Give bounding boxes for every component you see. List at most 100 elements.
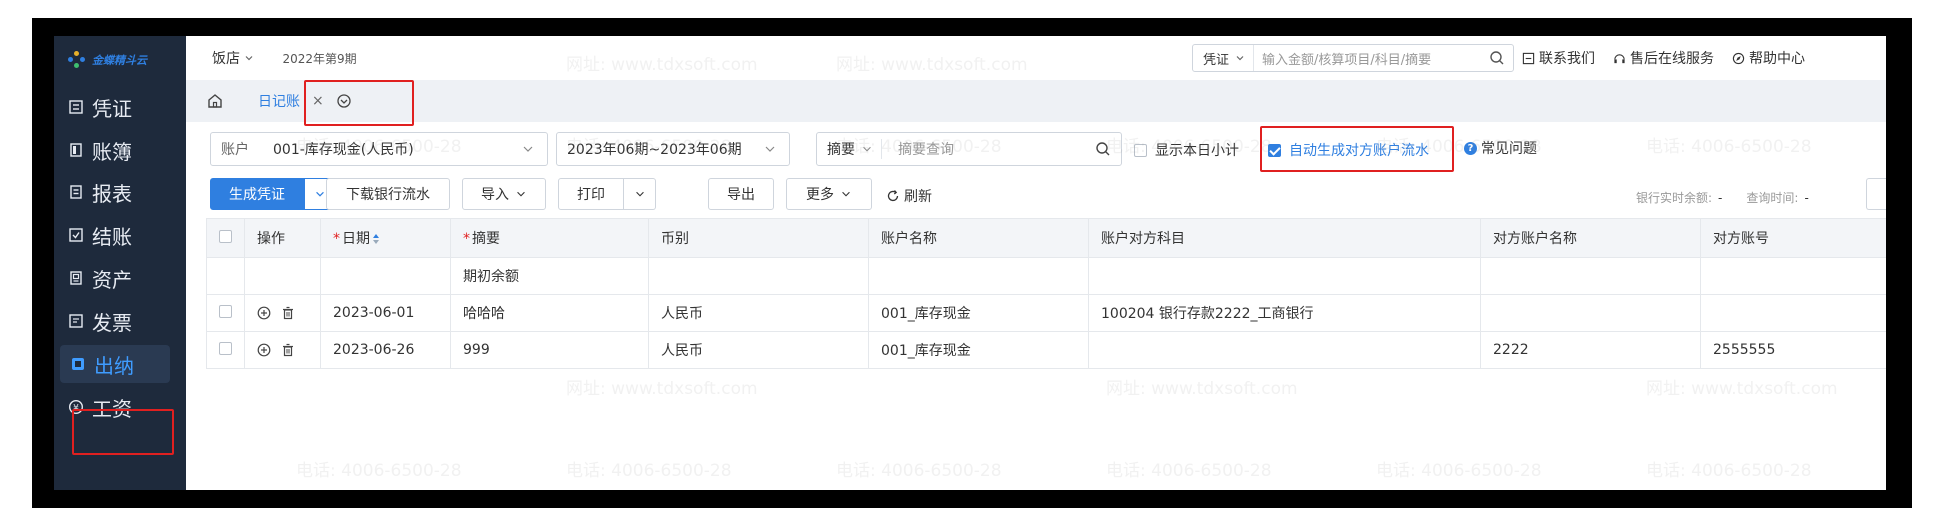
table-row[interactable]: 2023-06-01 哈哈哈 人民币 001_库存现金 100204 银行存款2… [206, 294, 1886, 332]
search-icon[interactable] [1489, 50, 1505, 66]
report-icon [68, 184, 84, 200]
home-icon[interactable] [206, 92, 224, 110]
auto-generate-toggle[interactable]: 自动生成对方账户流水 [1268, 140, 1429, 160]
watermark-site: 网址: www.tdxsoft.com [1646, 379, 1838, 399]
row-checkbox[interactable] [219, 341, 232, 355]
sidebar-item-label: 报表 [92, 181, 132, 206]
svg-text:¥: ¥ [73, 404, 79, 414]
shop-selector[interactable]: 饭店 [212, 48, 254, 68]
download-bank-statement-button[interactable]: 下载银行流水 [326, 178, 450, 210]
chevron-down-icon [517, 191, 525, 197]
summary-search-input[interactable]: 摘要查询 [898, 139, 1095, 159]
tab-bar: 日记账 × [186, 80, 1886, 126]
chevron-down-icon [1236, 56, 1244, 61]
period-range-select[interactable]: 2023年06期~2023年06期 [556, 132, 790, 166]
chevron-down-icon [523, 146, 533, 152]
row-summary: 哈哈哈 [450, 294, 649, 332]
col-ops: 操作 [244, 218, 321, 258]
row-counter-name: 2222 [1480, 331, 1701, 369]
print-button[interactable]: 打印 [558, 178, 624, 210]
row-summary: 999 [450, 331, 649, 369]
headset-icon [1614, 53, 1625, 63]
filter-bar: 账户 001-库存现金(人民币) 2023年06期~2023年06期 摘要 摘要… [186, 122, 1886, 174]
col-counter-subject: 账户对方科目 [1088, 218, 1481, 258]
sidebar-item-salary[interactable]: ¥ 工资 [54, 388, 186, 426]
row-counter-name [1480, 294, 1701, 332]
search-type-select[interactable]: 凭证 [1193, 45, 1255, 71]
add-row-icon[interactable] [257, 343, 271, 357]
sidebar-item-label: 结账 [92, 224, 132, 249]
export-button[interactable]: 导出 [708, 178, 774, 210]
sidebar-item-cashier[interactable]: 出纳 [60, 345, 170, 383]
delete-icon[interactable] [281, 306, 295, 320]
row-counter-no [1700, 294, 1886, 332]
daily-subtotal-checkbox[interactable] [1134, 143, 1147, 157]
sidebar-item-report[interactable]: 报表 [54, 173, 186, 211]
tab-journal[interactable]: 日记账 × [258, 90, 324, 112]
account-label: 账户 [221, 142, 249, 158]
watermark-phone: 电话: 4006-6500-28 [1106, 461, 1272, 481]
account-value: 001-库存现金(人民币) [273, 142, 414, 158]
row-counter-no: 2555555 [1700, 331, 1886, 369]
sidebar-item-closing[interactable]: 结账 [54, 216, 186, 254]
app-window: 金蝶精斗云 凭证 账簿 报表 结账 资产 发票 出纳 ¥ 工资 饭店 2022年… [54, 36, 1886, 490]
close-icon[interactable]: × [312, 93, 324, 109]
tab-label: 日记账 [258, 94, 300, 110]
watermark-site: 网址: www.tdxsoft.com [566, 379, 758, 399]
logo-icon [68, 51, 86, 69]
delete-icon[interactable] [281, 343, 295, 357]
daily-subtotal-label: 显示本日小计 [1155, 143, 1239, 159]
table-row[interactable]: 2023-06-26 999 人民币 001_库存现金 2222 2555555 [206, 331, 1886, 369]
compass-icon [1732, 52, 1745, 64]
account-select[interactable]: 账户 001-库存现金(人民币) [210, 132, 548, 166]
chevron-down-icon [842, 191, 850, 197]
col-counter-no: 对方账号 [1700, 218, 1886, 258]
invoice-icon [68, 313, 84, 329]
current-period: 2022年第9期 [282, 51, 357, 66]
auto-generate-checkbox[interactable] [1268, 143, 1281, 157]
toolbar-extra-button[interactable] [1866, 178, 1886, 210]
top-links: 联系我们 售后在线服务 帮助中心 [1522, 36, 1805, 80]
chevron-circle-icon[interactable] [336, 93, 352, 109]
faq-link[interactable]: ? 常见问题 [1464, 138, 1537, 158]
select-all-checkbox[interactable] [219, 229, 232, 243]
chevron-down-icon [635, 191, 644, 197]
summary-type-select[interactable]: 摘要 [827, 139, 882, 159]
add-row-icon[interactable] [257, 306, 271, 320]
col-date[interactable]: * 日期 [320, 218, 451, 258]
cashier-icon [70, 356, 86, 372]
sidebar-item-label: 凭证 [92, 96, 132, 121]
col-account-name: 账户名称 [868, 218, 1089, 258]
generate-voucher-button[interactable]: 生成凭证 [210, 178, 304, 210]
sidebar-item-ledger[interactable]: 账簿 [54, 131, 186, 169]
import-button[interactable]: 导入 [462, 178, 546, 210]
brand-name: 金蝶精斗云 [92, 54, 147, 67]
watermark-phone: 电话: 4006-6500-28 [1376, 461, 1542, 481]
sidebar-item-label: 出纳 [94, 353, 134, 378]
voucher-icon [68, 99, 84, 115]
daily-subtotal-toggle[interactable]: 显示本日小计 [1134, 140, 1239, 160]
sidebar-item-invoice[interactable]: 发票 [54, 302, 186, 340]
sidebar-item-label: 工资 [92, 396, 132, 421]
sidebar-item-voucher[interactable]: 凭证 [54, 88, 186, 126]
row-checkbox[interactable] [219, 304, 232, 318]
main-panel: 饭店 2022年第9期 凭证 输入金额/核算项目/科目/摘要 联系我们 售后在线… [186, 36, 1886, 490]
asset-icon [68, 270, 84, 286]
print-dropdown[interactable] [624, 178, 656, 210]
contact-link[interactable]: 联系我们 [1522, 48, 1595, 68]
watermark-phone: 电话: 4006-6500-28 [296, 461, 462, 481]
search-icon[interactable] [1095, 141, 1111, 157]
row-currency: 人民币 [648, 331, 869, 369]
row-account-name: 001_库存现金 [868, 331, 1089, 369]
row-date: 2023-06-26 [320, 331, 451, 369]
search-input[interactable]: 输入金额/核算项目/科目/摘要 [1254, 49, 1489, 68]
sidebar-item-asset[interactable]: 资产 [54, 259, 186, 297]
contact-icon [1522, 52, 1535, 64]
more-button[interactable]: 更多 [786, 178, 872, 210]
refresh-button[interactable]: 刷新 [886, 186, 932, 206]
faq-label: 常见问题 [1481, 141, 1537, 157]
online-service-link[interactable]: 售后在线服务 [1613, 48, 1714, 68]
row-account-name: 001_库存现金 [868, 294, 1089, 332]
help-center-link[interactable]: 帮助中心 [1732, 48, 1805, 68]
salary-icon: ¥ [68, 399, 84, 415]
